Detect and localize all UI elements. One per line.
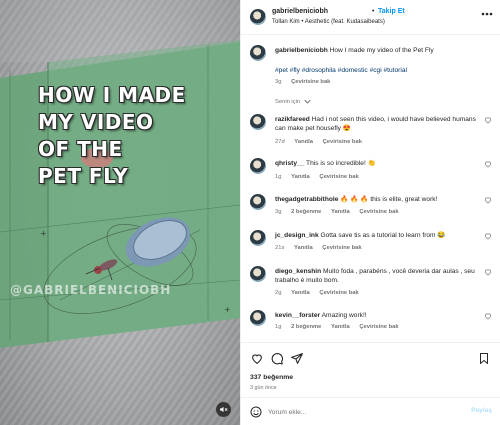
comment-meta: 21s Yanıtla Çevirisine bak bbox=[275, 245, 370, 251]
translate-button[interactable]: Çevirisine bak bbox=[319, 290, 358, 296]
caption-text: How I made my video of the Pet Fly bbox=[329, 47, 434, 54]
add-comment-bar: Paylaş bbox=[241, 397, 500, 425]
audio-attribution[interactable]: Tollan Kim • Aesthetic (feat. Kudasaibea… bbox=[272, 19, 385, 25]
comment-meta: 3g 2 beğenme Yanıtla Çevirisine bak bbox=[275, 209, 407, 215]
comment-text: 🔥 🔥 🔥 this is elite, great work! bbox=[340, 196, 438, 203]
caption-meta: 3g Çevirisine bak bbox=[275, 79, 338, 85]
reply-button[interactable]: Yanıtla bbox=[331, 324, 350, 330]
comment-text: This is so incredible! 👏 bbox=[306, 160, 376, 167]
avatar[interactable] bbox=[250, 9, 266, 25]
comment-time: 1g bbox=[275, 174, 282, 180]
comment-time: 21s bbox=[275, 245, 285, 251]
comment-time: 2g bbox=[275, 290, 282, 296]
overlay-title-line: MY VIDEO bbox=[38, 110, 154, 134]
translate-button[interactable]: Çevirisine bak bbox=[322, 245, 361, 251]
comment-username[interactable]: kevin__forster bbox=[275, 312, 320, 319]
avatar[interactable] bbox=[250, 45, 266, 61]
comment-username[interactable]: thegadgetrabbithole bbox=[275, 196, 338, 203]
smile-icon[interactable] bbox=[250, 406, 262, 418]
heart-icon[interactable] bbox=[484, 196, 492, 204]
comment-meta: 1g Yanıtla Çevirisine bak bbox=[275, 174, 367, 180]
translate-button[interactable]: Çevirisine bak bbox=[323, 139, 362, 145]
video-scene: + + bbox=[0, 0, 240, 348]
heart-icon[interactable] bbox=[484, 160, 492, 168]
comment-meta: 1g 2 beğenme Yanıtla Çevirisine bak bbox=[275, 324, 407, 330]
caption-username[interactable]: gabrielbeniciobh bbox=[275, 47, 328, 54]
comment-text: Amazing work!! bbox=[321, 312, 367, 319]
video-watermark: @GABRIELBENICIOBH bbox=[10, 283, 172, 297]
heart-icon[interactable] bbox=[484, 232, 492, 240]
avatar[interactable] bbox=[250, 194, 266, 210]
heart-icon[interactable] bbox=[484, 268, 492, 276]
caption-time: 3g bbox=[275, 79, 282, 85]
action-bar bbox=[241, 342, 500, 372]
comment-text: Gotta save tis as a tutorial to learn fr… bbox=[320, 232, 446, 239]
chevron-down-icon bbox=[304, 99, 311, 104]
avatar[interactable] bbox=[250, 114, 266, 130]
reply-button[interactable]: Yanıtla bbox=[331, 209, 350, 215]
header-separator: • bbox=[372, 8, 375, 15]
avatar[interactable] bbox=[250, 266, 266, 282]
comment-meta: 27d Yanıtla Çevirisine bak bbox=[275, 139, 370, 145]
comment-time: 3g bbox=[275, 209, 282, 215]
bookmark-icon[interactable] bbox=[478, 352, 490, 365]
comments-filter-label: Senin için bbox=[275, 99, 301, 106]
avatar[interactable] bbox=[250, 230, 266, 246]
send-icon[interactable] bbox=[290, 352, 304, 365]
translate-button[interactable]: Çevirisine bak bbox=[291, 79, 330, 85]
comment-meta: 2g Yanıtla Çevirisine bak bbox=[275, 290, 367, 296]
comment-username[interactable]: razikfareed bbox=[275, 116, 310, 123]
comment-icon[interactable] bbox=[270, 352, 284, 365]
comment-username[interactable]: jc_design_ink bbox=[275, 232, 319, 239]
instagram-post-view: + + HOW I MADE MY VIDEO OF THE PET FLY @… bbox=[0, 0, 500, 425]
comments-filter[interactable]: Senin için bbox=[275, 99, 311, 105]
heart-icon[interactable] bbox=[484, 312, 492, 320]
video-overlay-title: HOW I MADE MY VIDEO OF THE PET FLY bbox=[38, 82, 198, 190]
post-details-panel: gabrielbeniciobh • Takip Et Tollan Kim •… bbox=[240, 0, 500, 425]
speaker-muted-icon bbox=[220, 406, 228, 413]
follow-button[interactable]: Takip Et bbox=[378, 8, 405, 15]
reply-button[interactable]: Yanıtla bbox=[291, 290, 310, 296]
reply-button[interactable]: Yanıtla bbox=[294, 139, 313, 145]
comment-input[interactable] bbox=[268, 406, 448, 418]
likes-count[interactable]: 337 beğenme bbox=[250, 374, 293, 381]
caption-body: gabrielbeniciobh How I made my video of … bbox=[275, 46, 480, 75]
reply-button[interactable]: Yanıtla bbox=[294, 245, 313, 251]
post-header: gabrielbeniciobh • Takip Et Tollan Kim •… bbox=[241, 0, 500, 35]
post-comment-button[interactable]: Paylaş bbox=[471, 407, 492, 414]
comment-likes[interactable]: 2 beğenme bbox=[291, 324, 321, 330]
translate-button[interactable]: Çevirisine bak bbox=[359, 324, 398, 330]
more-options-button[interactable] bbox=[481, 11, 493, 17]
comment-time: 27d bbox=[275, 139, 285, 145]
translate-button[interactable]: Çevirisine bak bbox=[319, 174, 358, 180]
overlay-title-line: OF THE bbox=[38, 137, 123, 161]
mute-button[interactable] bbox=[216, 402, 231, 417]
caption-hashtags[interactable]: #pet #fly #drosophila #domestic #cgi #tu… bbox=[275, 66, 480, 75]
comment-username[interactable]: qhristy__ bbox=[275, 160, 304, 167]
svg-text:+: + bbox=[40, 229, 47, 238]
translate-button[interactable]: Çevirisine bak bbox=[359, 209, 398, 215]
comment-time: 1g bbox=[275, 324, 282, 330]
author-username[interactable]: gabrielbeniciobh bbox=[272, 8, 328, 15]
more-horizontal-icon bbox=[481, 12, 493, 16]
heart-icon[interactable] bbox=[250, 352, 264, 365]
avatar[interactable] bbox=[250, 158, 266, 174]
avatar[interactable] bbox=[250, 310, 266, 326]
comment-likes[interactable]: 2 beğenme bbox=[291, 209, 321, 215]
svg-text:+: + bbox=[224, 305, 231, 314]
post-video[interactable]: + + HOW I MADE MY VIDEO OF THE PET FLY @… bbox=[0, 0, 240, 425]
heart-icon[interactable] bbox=[484, 116, 492, 124]
reply-button[interactable]: Yanıtla bbox=[291, 174, 310, 180]
overlay-title-line: HOW I MADE bbox=[38, 83, 186, 107]
post-date: 3 gün önce bbox=[250, 385, 277, 391]
comment-username[interactable]: diego_kenshin bbox=[275, 268, 321, 275]
overlay-title-line: PET FLY bbox=[38, 164, 129, 188]
